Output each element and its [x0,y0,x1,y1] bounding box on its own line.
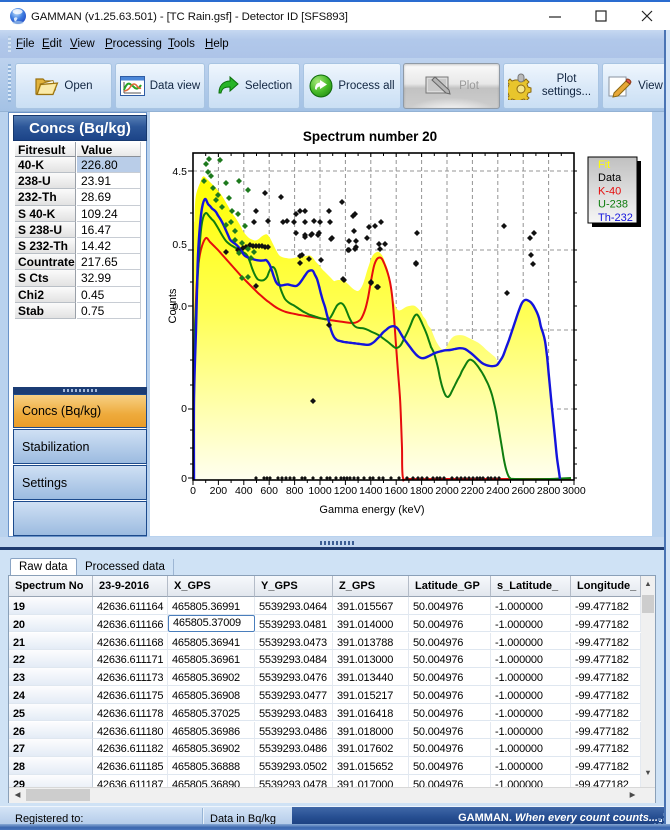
svg-text:4.5: 4.5 [172,166,187,178]
svg-text:400: 400 [235,485,253,497]
svg-text:3000: 3000 [562,485,586,497]
svg-text:Gamma energy (keV): Gamma energy (keV) [319,504,424,516]
svg-text:0: 0 [181,403,187,415]
svg-text:Fit: Fit [598,159,610,171]
svg-text:U-238: U-238 [598,199,628,211]
svg-text:2600: 2600 [512,485,536,497]
svg-text:Counts: Counts [167,288,179,323]
svg-text:0: 0 [190,485,196,497]
svg-text:1400: 1400 [359,485,383,497]
svg-text:Spectrum number 20: Spectrum number 20 [303,129,437,144]
svg-text:1800: 1800 [410,485,434,497]
svg-text:200: 200 [210,485,228,497]
svg-text:Data: Data [598,172,622,184]
svg-text:K-40: K-40 [598,185,621,197]
svg-text:Th-232: Th-232 [598,212,633,224]
svg-text:2400: 2400 [486,485,510,497]
svg-text:2200: 2200 [461,485,485,497]
svg-text:1000: 1000 [308,485,332,497]
svg-text:600: 600 [260,485,278,497]
svg-text:2800: 2800 [537,485,561,497]
svg-text:1200: 1200 [334,485,358,497]
svg-text:0: 0 [181,473,187,485]
svg-text:2000: 2000 [435,485,459,497]
svg-text:800: 800 [286,485,304,497]
svg-text:0.5: 0.5 [172,239,187,251]
svg-text:1600: 1600 [385,485,409,497]
